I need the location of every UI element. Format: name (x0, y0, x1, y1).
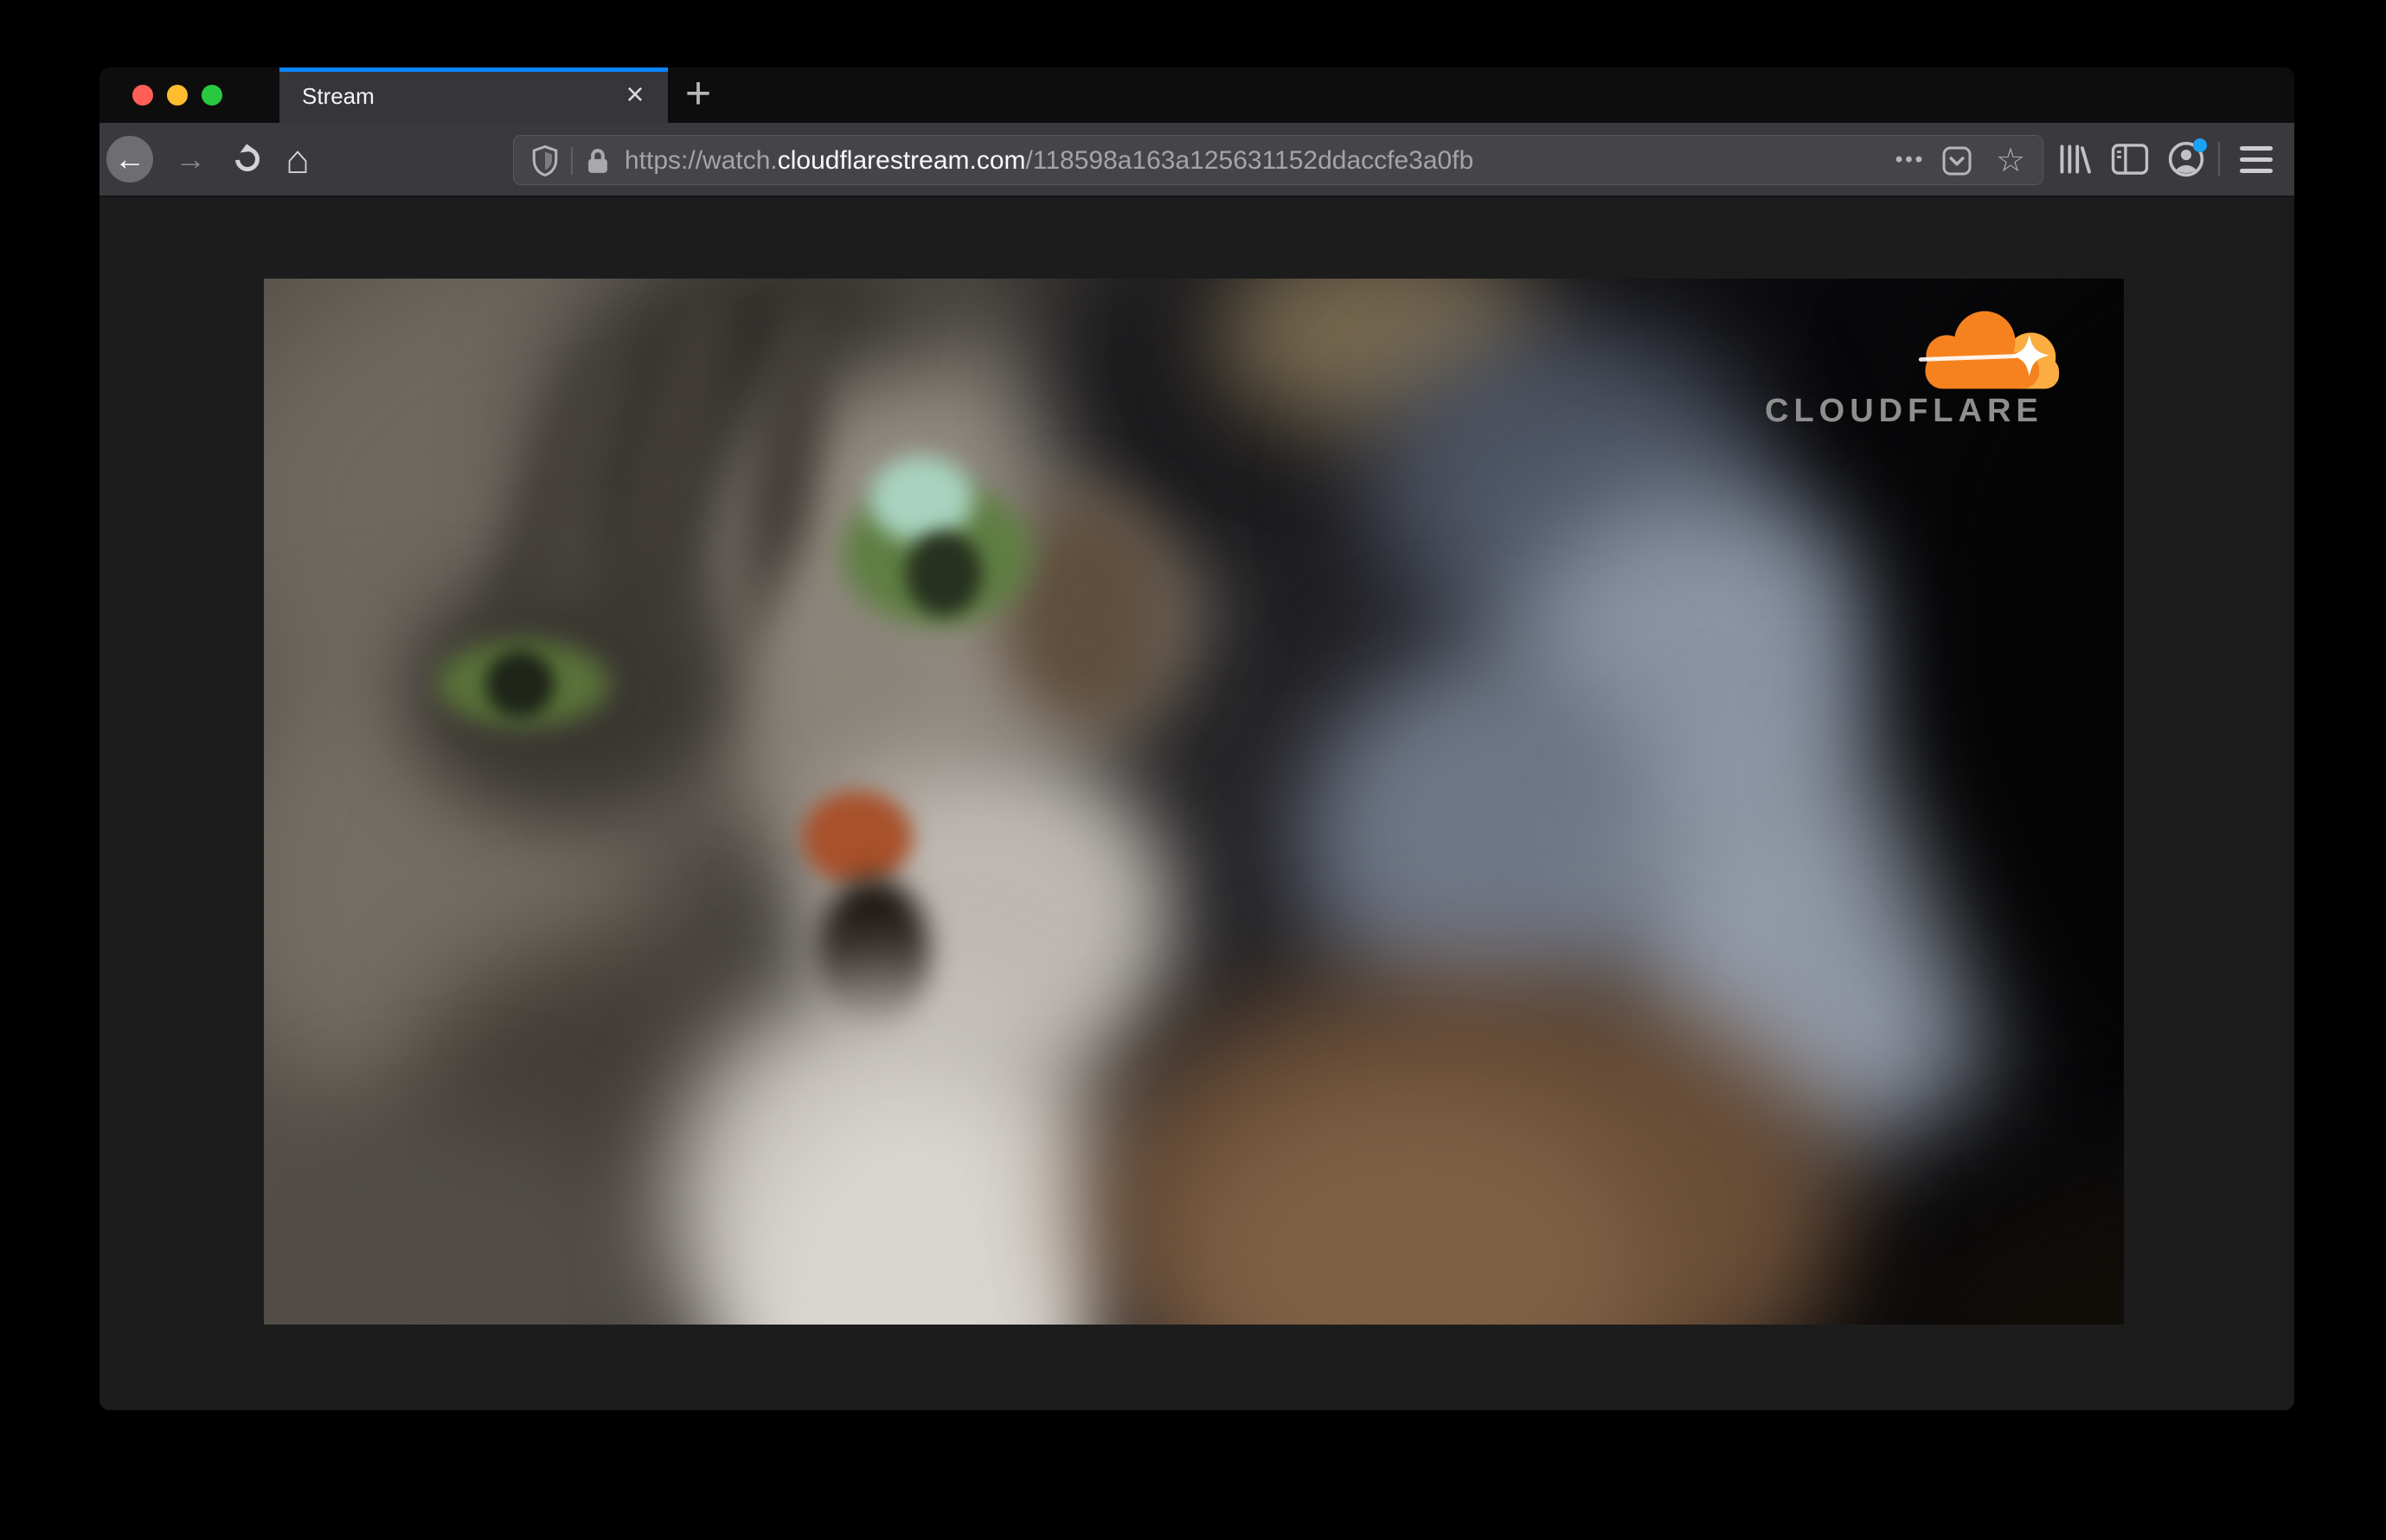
url-bar[interactable]: https://watch.cloudflarestream.com/11859… (513, 135, 2043, 185)
app-menu-button[interactable] (2233, 123, 2280, 196)
forward-button[interactable]: → (167, 123, 214, 196)
tab-stream[interactable]: Stream × (279, 67, 668, 123)
home-icon: ⌂ (285, 137, 310, 182)
page-content: CLOUDFLARE (99, 197, 2294, 1410)
pocket-icon[interactable] (1941, 145, 1972, 181)
account-button[interactable] (2163, 123, 2210, 196)
tab-title: Stream (302, 83, 375, 109)
toolbar-separator (2218, 142, 2220, 176)
back-button[interactable]: ← (106, 136, 153, 183)
cloudflare-wordmark: CLOUDFLARE (1765, 393, 2043, 429)
reload-button[interactable] (224, 123, 271, 196)
window-close-button[interactable] (132, 85, 153, 106)
cat-eye-right-highlight (869, 456, 973, 542)
browser-window: Stream × + ← → ⌂ https://watch.cloudflar… (99, 67, 2294, 1410)
https-lock-icon[interactable] (585, 147, 611, 179)
navigation-toolbar: ← → ⌂ https://watch.cloudflarestream.com… (99, 123, 2294, 197)
url-path: /118598a163a125631152ddaccfe3a0fb (1025, 146, 1474, 175)
cloudflare-watermark: CLOUDFLARE (1765, 305, 2076, 452)
sidebar-toggle-button[interactable] (2107, 123, 2153, 196)
window-minimize-button[interactable] (167, 85, 188, 106)
cloudflare-cloud-icon (1902, 305, 2075, 400)
tab-bar: Stream × + (99, 67, 2294, 123)
reload-icon (230, 142, 265, 176)
new-tab-button[interactable]: + (670, 67, 726, 123)
urlbar-divider (571, 147, 573, 175)
video-player[interactable]: CLOUDFLARE (264, 279, 2124, 1325)
hamburger-menu-icon (2240, 145, 2273, 173)
library-icon (2060, 144, 2091, 174)
library-button[interactable] (2051, 123, 2098, 196)
url-scheme: https://watch. (625, 146, 778, 175)
url-input[interactable]: https://watch.cloudflarestream.com/11859… (625, 136, 1473, 184)
forward-arrow-icon: → (175, 141, 206, 176)
back-arrow-icon: ← (114, 141, 145, 176)
page-actions-icon[interactable]: ••• (1888, 136, 1933, 184)
account-notification-dot (2193, 138, 2207, 152)
bookmark-star-icon[interactable]: ☆ (1990, 136, 2031, 184)
cat-eye-right-pupil (906, 531, 982, 616)
url-domain: cloudflarestream.com (777, 146, 1026, 175)
background-bottomright-dark (1890, 1178, 2124, 1325)
cat-eye-left-pupil (485, 651, 555, 718)
cat-nose (802, 791, 913, 884)
sidebar-icon (2111, 144, 2149, 175)
tab-close-icon[interactable]: × (616, 67, 654, 123)
tracking-protection-shield-icon[interactable] (531, 144, 559, 181)
home-button[interactable]: ⌂ (274, 123, 321, 196)
window-zoom-button[interactable] (202, 85, 222, 106)
